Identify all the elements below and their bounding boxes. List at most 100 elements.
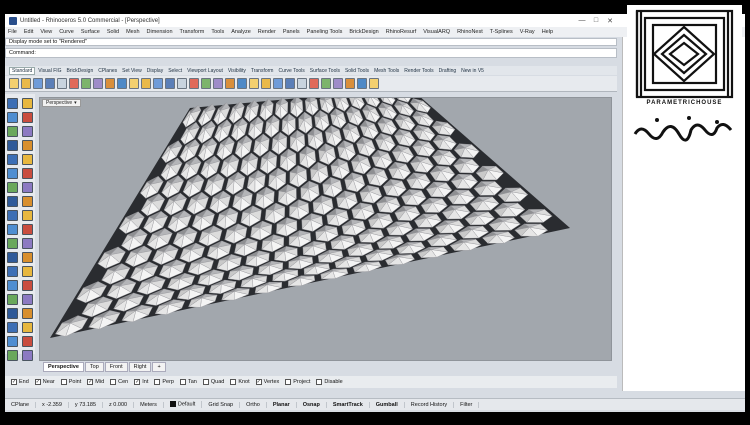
teapot-icon[interactable] xyxy=(357,78,367,89)
trim-icon[interactable] xyxy=(7,224,18,235)
add-view-tab-button[interactable]: + xyxy=(152,362,166,372)
cylinder-icon[interactable] xyxy=(7,196,18,207)
mesh-icon[interactable] xyxy=(7,308,18,319)
menu-visualarq[interactable]: VisualARQ xyxy=(423,29,450,35)
osnap-checkbox[interactable]: ✓ xyxy=(87,379,94,385)
rectangle-icon[interactable] xyxy=(7,140,18,151)
toggle-osnap[interactable]: Osnap xyxy=(297,401,327,408)
box-icon[interactable] xyxy=(22,182,33,193)
osnap-cen[interactable]: Cen xyxy=(110,379,128,385)
menu-mesh[interactable]: Mesh xyxy=(126,29,139,35)
viewport-title[interactable]: Perspective ▾ xyxy=(42,99,81,107)
tab-select[interactable]: Select xyxy=(166,68,184,74)
sweep-icon[interactable] xyxy=(22,210,33,221)
minimize-button[interactable]: — xyxy=(575,14,589,27)
circle-icon[interactable] xyxy=(7,126,18,137)
tab-visibility[interactable]: Visibility xyxy=(226,68,248,74)
command-input[interactable] xyxy=(37,49,438,56)
analyze-icon[interactable] xyxy=(22,350,33,361)
osnap-checkbox[interactable] xyxy=(60,379,67,385)
osnap-checkbox[interactable] xyxy=(179,379,186,385)
osnap-project[interactable]: Project xyxy=(285,379,310,385)
view-tab-front[interactable]: Front xyxy=(104,362,128,372)
boolean-icon[interactable] xyxy=(22,280,33,291)
tab-display[interactable]: Display xyxy=(145,68,165,74)
menu-view[interactable]: View xyxy=(40,29,52,35)
osnap-vertex[interactable]: ✓ Vertex xyxy=(255,379,279,385)
copy-icon[interactable] xyxy=(81,78,91,89)
status-layer[interactable]: Default xyxy=(164,401,203,408)
osnap-icon[interactable] xyxy=(309,78,319,89)
object-properties-icon[interactable] xyxy=(297,78,307,89)
osnap-checkbox[interactable] xyxy=(316,379,323,385)
options-icon[interactable] xyxy=(333,78,343,89)
hide-icon[interactable] xyxy=(22,336,33,347)
osnap-perp[interactable]: Perp xyxy=(154,379,174,385)
osnap-checkbox[interactable]: ✓ xyxy=(255,379,262,385)
vray-icon[interactable] xyxy=(369,78,379,89)
osnap-checkbox[interactable]: ✓ xyxy=(34,379,41,385)
ungroup-icon[interactable] xyxy=(22,294,33,305)
explode-icon[interactable] xyxy=(22,238,33,249)
view-tab-perspective[interactable]: Perspective xyxy=(43,362,84,372)
osnap-checkbox[interactable]: ✓ xyxy=(11,379,17,385)
zoom-window-icon[interactable] xyxy=(165,78,175,89)
tab-set-view[interactable]: Set View xyxy=(120,68,144,74)
group-icon[interactable] xyxy=(7,294,18,305)
osnap-checkbox[interactable]: ✓ xyxy=(134,379,141,385)
dimension-icon[interactable] xyxy=(7,322,18,333)
osnap-checkbox[interactable] xyxy=(154,379,161,385)
tab-brickdesign[interactable]: BrickDesign xyxy=(65,68,96,74)
menu-t-splines[interactable]: T-Splines xyxy=(490,29,513,35)
freeform-icon[interactable] xyxy=(22,154,33,165)
toggle-gumball[interactable]: Gumball xyxy=(370,401,405,408)
select-arrow-icon[interactable] xyxy=(7,98,18,109)
mirror-icon[interactable] xyxy=(22,266,33,277)
rotate-view-icon[interactable] xyxy=(141,78,151,89)
menu-help[interactable]: Help xyxy=(542,29,553,35)
toggle-filter[interactable]: Filter xyxy=(454,401,480,408)
menu-tools[interactable]: Tools xyxy=(211,29,224,35)
close-button[interactable]: ✕ xyxy=(603,14,617,27)
menu-brickdesign[interactable]: BrickDesign xyxy=(349,29,378,35)
tab-viewport-layout[interactable]: Viewport Layout xyxy=(185,68,225,74)
menu-solid[interactable]: Solid xyxy=(107,29,119,35)
move-icon[interactable] xyxy=(7,252,18,263)
tab-new-in-v5[interactable]: New in V5 xyxy=(459,68,486,74)
toggle-planar[interactable]: Planar xyxy=(267,401,297,408)
osnap-checkbox[interactable] xyxy=(110,379,117,385)
viewport-menu-icon[interactable]: ▾ xyxy=(74,100,77,106)
scale-icon[interactable] xyxy=(7,266,18,277)
menu-surface[interactable]: Surface xyxy=(81,29,100,35)
tab-render-tools[interactable]: Render Tools xyxy=(402,68,435,74)
paste-icon[interactable] xyxy=(93,78,103,89)
menu-transform[interactable]: Transform xyxy=(180,29,205,35)
cplane-icon[interactable] xyxy=(225,78,235,89)
osnap-knot[interactable]: Knot xyxy=(230,379,250,385)
curve-icon[interactable] xyxy=(7,154,18,165)
osnap-quad[interactable]: Quad xyxy=(202,379,224,385)
zoom-icon[interactable] xyxy=(153,78,163,89)
import-icon[interactable] xyxy=(57,78,67,89)
menu-curve[interactable]: Curve xyxy=(59,29,74,35)
menu-v-ray[interactable]: V-Ray xyxy=(520,29,535,35)
osnap-point[interactable]: Point xyxy=(60,379,81,385)
lights-icon[interactable] xyxy=(261,78,271,89)
polyline-icon[interactable] xyxy=(7,112,18,123)
osnap-tan[interactable]: Tan xyxy=(179,379,197,385)
grid-icon[interactable] xyxy=(213,78,223,89)
osnap-checkbox[interactable] xyxy=(285,379,292,385)
tab-mesh-tools[interactable]: Mesh Tools xyxy=(372,68,401,74)
tab-curve-tools[interactable]: Curve Tools xyxy=(276,68,306,74)
tab-surface-tools[interactable]: Surface Tools xyxy=(308,68,342,74)
sphere-icon[interactable] xyxy=(7,182,18,193)
redo-icon[interactable] xyxy=(117,78,127,89)
osnap-end[interactable]: ✓ End xyxy=(11,379,29,385)
point-edit-icon[interactable] xyxy=(22,322,33,333)
save-icon[interactable] xyxy=(33,78,43,89)
menu-analyze[interactable]: Analyze xyxy=(231,29,251,35)
lock-icon[interactable] xyxy=(7,350,18,361)
print-icon[interactable] xyxy=(45,78,55,89)
menu-file[interactable]: File xyxy=(8,29,17,35)
line-icon[interactable] xyxy=(22,112,33,123)
